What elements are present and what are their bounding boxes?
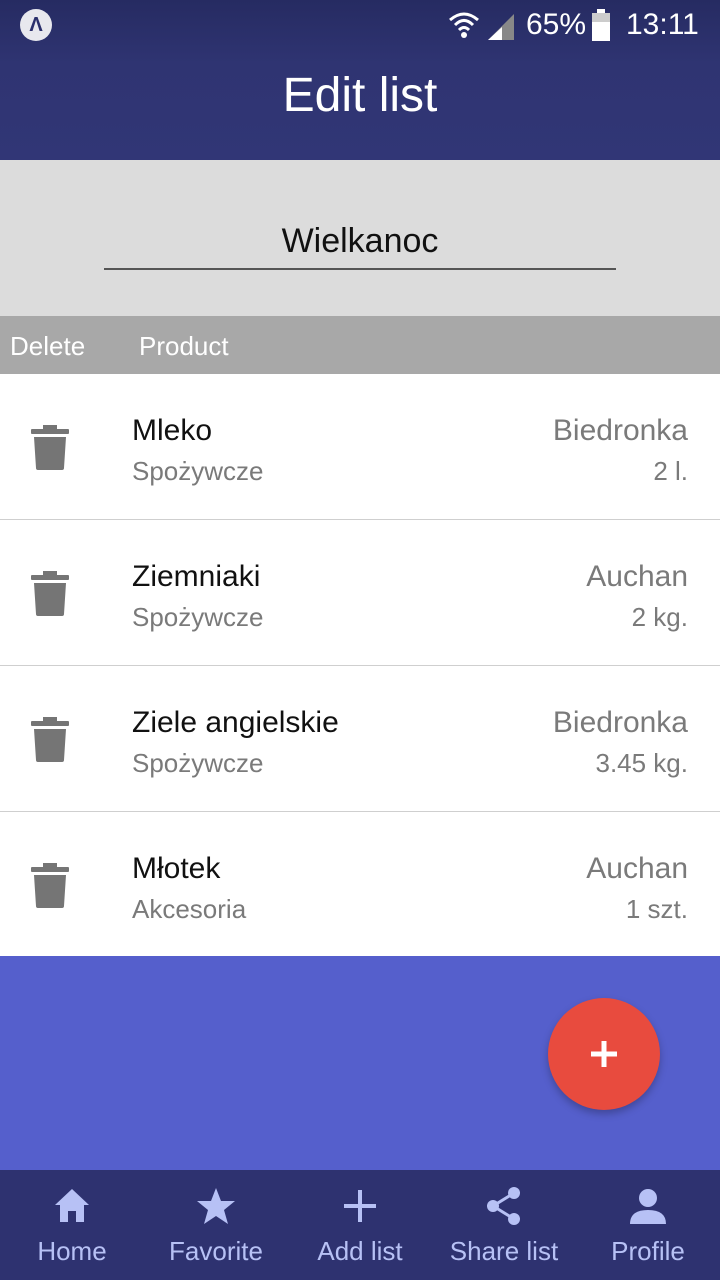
nav-share-list-label: Share list [449, 1236, 559, 1266]
product-name: Młotek [132, 852, 221, 885]
list-item[interactable]: Ziele angielskie Spożywcze Biedronka 3.4… [0, 666, 720, 812]
person-icon [630, 1189, 666, 1224]
clock: 13:11 [626, 8, 699, 41]
signal-icon [488, 14, 514, 40]
home-icon [55, 1189, 89, 1222]
nav-add-list-label: Add list [317, 1236, 403, 1266]
column-delete-label: Delete [10, 331, 86, 361]
product-quantity: 3.45 kg. [595, 748, 688, 778]
list-name-input[interactable] [104, 214, 616, 270]
list-item[interactable]: Młotek Akcesoria Auchan 1 szt. [0, 812, 720, 956]
app-badge-icon: Λ [20, 9, 52, 41]
nav-share-list[interactable]: Share list [432, 1170, 576, 1280]
product-shop: Biedronka [552, 414, 688, 447]
star-icon [197, 1188, 235, 1224]
bottom-navigation: Home Favorite Add list Share list Profil… [0, 1170, 720, 1280]
nav-home-label: Home [37, 1236, 107, 1266]
list-item[interactable]: Mleko Spożywcze Biedronka 2 l. [0, 374, 720, 520]
product-category: Spożywcze [132, 602, 264, 632]
trash-icon[interactable] [30, 424, 70, 470]
plus-icon [591, 1041, 617, 1067]
app-header: Λ 65% 13:11 Edit list [0, 0, 720, 160]
plus-icon [344, 1190, 376, 1222]
product-shop: Auchan [586, 852, 688, 885]
battery-percent: 65% [526, 8, 587, 41]
product-name: Ziemniaki [132, 560, 261, 593]
battery-icon [592, 9, 610, 41]
status-bar: Λ 65% 13:11 [0, 0, 720, 50]
trash-icon[interactable] [30, 862, 70, 908]
product-name: Mleko [132, 414, 213, 447]
product-category: Spożywcze [132, 748, 264, 778]
product-shop: Auchan [586, 560, 688, 593]
trash-icon[interactable] [30, 570, 70, 616]
nav-favorite[interactable]: Favorite [144, 1170, 288, 1280]
add-item-button[interactable] [548, 998, 660, 1110]
product-quantity: 2 kg. [631, 602, 688, 632]
product-name: Ziele angielskie [132, 706, 339, 739]
trash-icon[interactable] [30, 716, 70, 762]
nav-home[interactable]: Home [0, 1170, 144, 1280]
page-title: Edit list [282, 69, 438, 122]
product-category: Akcesoria [132, 894, 247, 924]
product-shop: Biedronka [552, 706, 688, 739]
product-quantity: 2 l. [653, 456, 688, 486]
list-item[interactable]: Ziemniaki Spożywcze Auchan 2 kg. [0, 520, 720, 666]
wifi-icon [449, 12, 479, 38]
product-list: Mleko Spożywcze Biedronka 2 l. Ziemniaki… [0, 374, 720, 956]
nav-favorite-label: Favorite [169, 1236, 263, 1266]
product-quantity: 1 szt. [625, 894, 688, 924]
column-product-label: Product [139, 331, 229, 361]
nav-profile-label: Profile [611, 1236, 685, 1266]
share-icon [487, 1187, 520, 1225]
product-category: Spożywcze [132, 456, 264, 486]
nav-add-list[interactable]: Add list [288, 1170, 432, 1280]
nav-profile[interactable]: Profile [576, 1170, 720, 1280]
column-header: Delete Product [0, 316, 720, 374]
list-name-section [0, 160, 720, 316]
